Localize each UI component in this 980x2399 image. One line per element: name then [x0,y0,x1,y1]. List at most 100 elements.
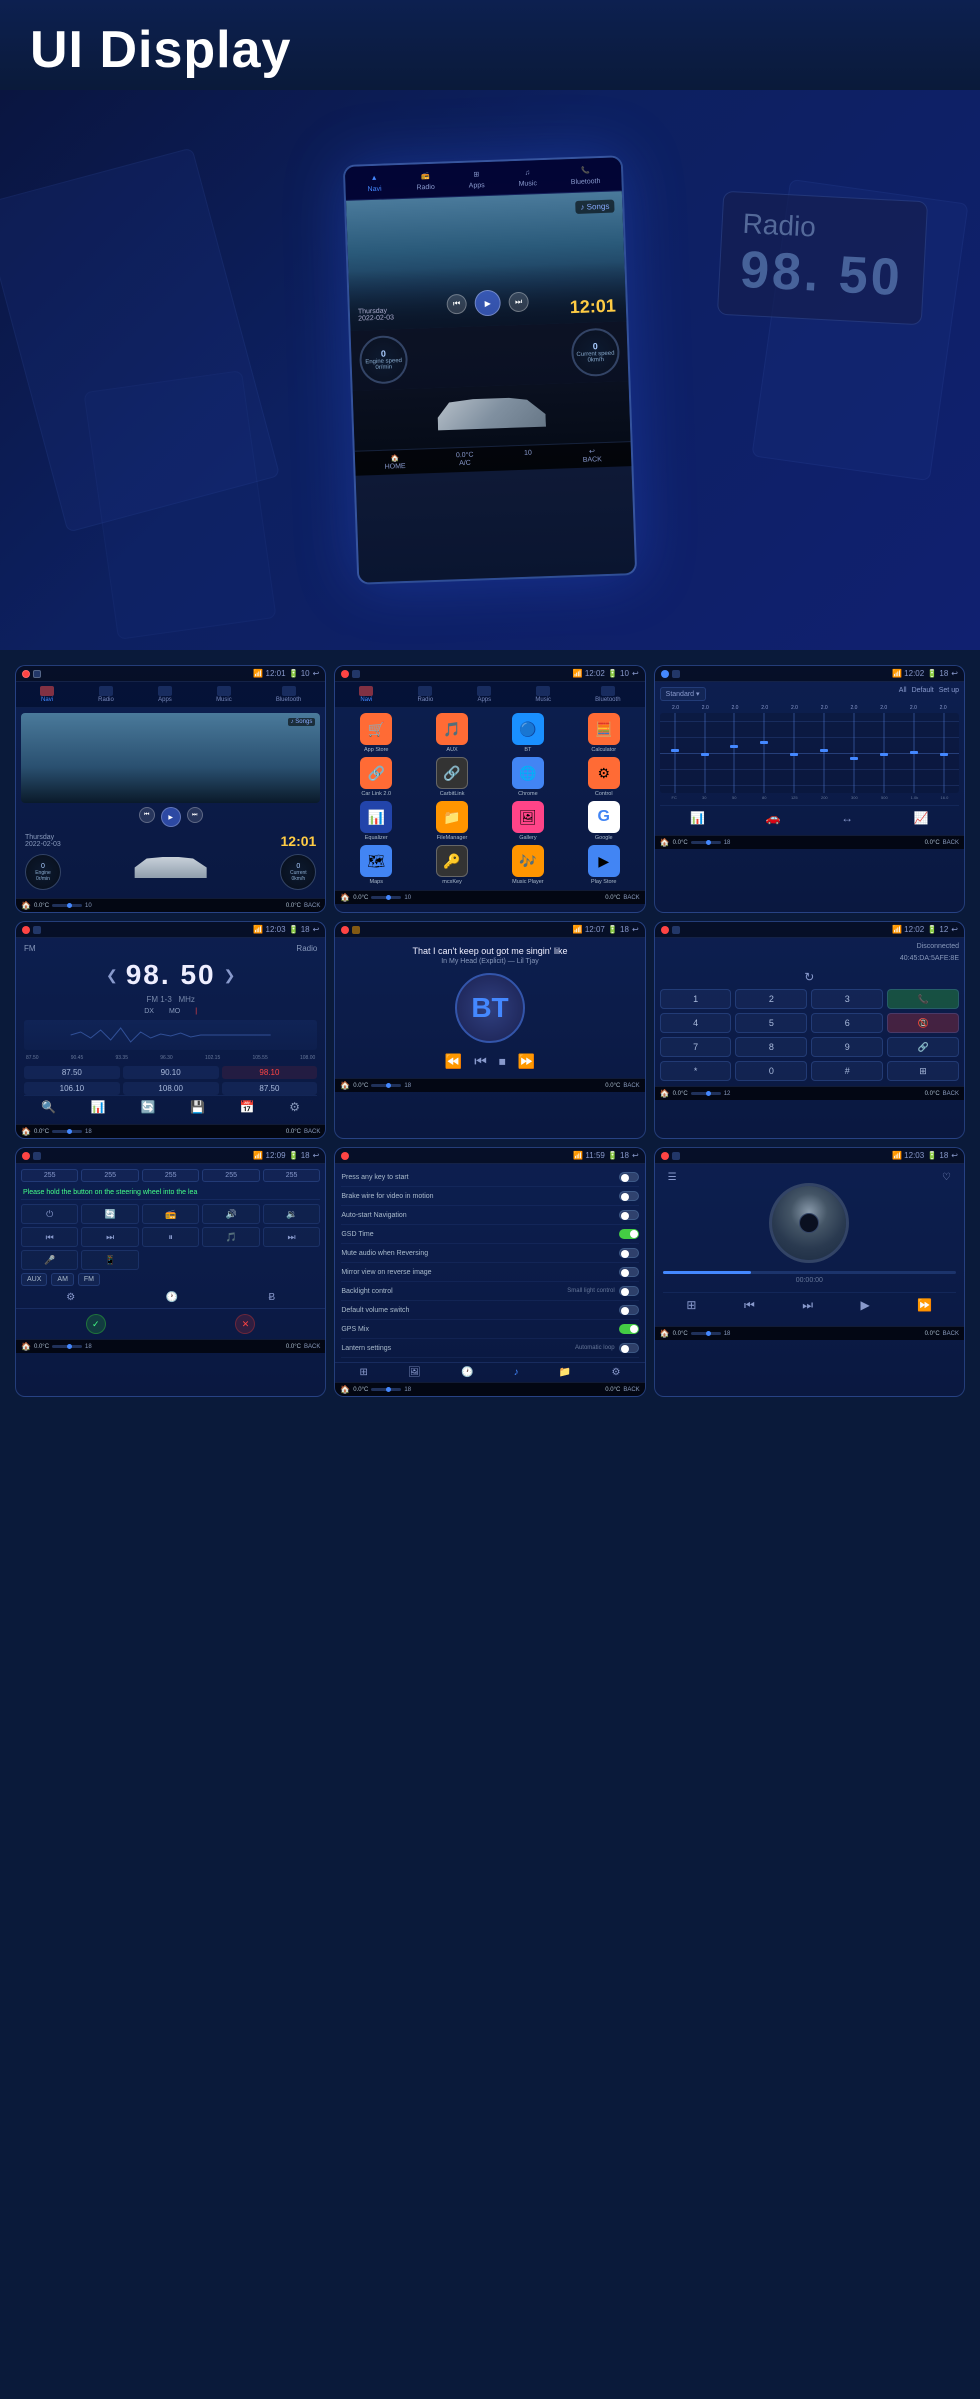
radio-prev-btn[interactable]: ❮ [106,967,118,984]
eq-ac-slider[interactable] [691,841,721,844]
radio-next-btn[interactable]: ❯ [224,967,236,984]
steer-check-btn[interactable]: ✓ [86,1314,106,1334]
footer-home[interactable]: 🏠 HOME [384,454,406,471]
nav-radio[interactable]: Radio [98,686,114,703]
bt-home-icon[interactable]: 🏠 [340,1081,350,1090]
steer-ac-slider[interactable] [52,1345,82,1348]
settings-home-icon[interactable]: 🏠 [340,1385,350,1394]
bt-ac-slider[interactable] [371,1084,401,1087]
h-next[interactable]: ⏭ [187,807,203,823]
eq-slider-2[interactable] [704,713,706,793]
radio-home-icon[interactable]: 🏠 [21,1127,31,1136]
freq-90.10[interactable]: 90.10 [123,1066,219,1079]
app-google[interactable]: G Google [568,801,640,841]
eq-slider-6[interactable] [823,713,825,793]
device-nav-radio[interactable]: 📻 Radio [416,170,435,192]
bt-rewind[interactable]: ⏪ [445,1053,462,1070]
bt-stop[interactable]: ⏹ [499,1053,506,1070]
prev-btn[interactable]: ⏮ [446,294,467,315]
settings-back-btn[interactable]: BACK [623,1387,639,1393]
toggle-brake-wire[interactable] [619,1191,639,1201]
steer-x-btn[interactable]: ✕ [235,1314,255,1334]
key-extra[interactable]: ⊞ [887,1061,959,1081]
bt-next[interactable]: ⏩ [518,1053,535,1070]
steer-clock-icon[interactable]: 🕐 [166,1292,178,1303]
apps-nav-bt[interactable]: Bluetooth [595,686,620,703]
apps-back-btn[interactable]: BACK [623,895,639,901]
key-hash[interactable]: # [811,1061,883,1081]
ctrl-mic[interactable]: 🎤 [21,1250,78,1270]
phone-home-icon[interactable]: 🏠 [660,1089,670,1098]
apps-nav-music[interactable]: Music [535,686,551,703]
app-bt[interactable]: 🔵 BT [492,713,564,753]
eq-chart-icon[interactable]: 📈 [914,811,929,825]
radio-loop-icon[interactable]: 🔄 [140,1100,155,1114]
music-nav-3[interactable]: ⏭ [802,1298,813,1313]
nav-music[interactable]: Music [216,686,232,703]
ctrl-pause[interactable]: ⏸ [142,1227,199,1247]
key-7[interactable]: 7 [660,1037,732,1057]
steer-back-btn[interactable]: BACK [304,1344,320,1350]
settings-img-icon[interactable]: 🖼 [408,1367,421,1378]
eq-preset-default[interactable]: Default [912,687,934,701]
music-nav-5[interactable]: ⏩ [917,1298,932,1313]
music-menu-icon[interactable]: ☰ [668,1172,677,1183]
ctrl-phone[interactable]: 📱 [81,1250,138,1270]
key-8[interactable]: 8 [735,1037,807,1057]
eq-dropdown[interactable]: Standard ▾ [660,687,706,701]
eq-slider-10[interactable] [943,713,945,793]
eq-car-icon[interactable]: 🚗 [766,811,781,825]
h-prev[interactable]: ⏮ [139,807,155,823]
footer-back[interactable]: ↩ BACK [582,447,602,464]
settings-note-icon[interactable]: ♪ [514,1367,519,1378]
app-carbitlink[interactable]: 🔗 CarbitLink [416,757,488,797]
eq-slider-4[interactable] [763,713,765,793]
ctrl-radio[interactable]: 📻 [142,1204,199,1224]
toggle-lantern[interactable] [619,1343,639,1353]
phone-refresh-icon[interactable]: ↻ [804,970,814,984]
app-carlink[interactable]: 🔗 Car Link 2.0 [340,757,412,797]
freq-106.10[interactable]: 106.10 [24,1082,120,1095]
bt-prev[interactable]: ⏮ [474,1053,487,1070]
music-nav-4[interactable]: ▶ [861,1298,870,1313]
ctrl-prev-track[interactable]: ⏮ [21,1227,78,1247]
next-btn[interactable]: ⏭ [508,292,529,313]
app-maps[interactable]: 🗺 Maps [340,845,412,885]
toggle-volume-switch[interactable] [619,1305,639,1315]
eq-slider-1[interactable] [674,713,676,793]
toggle-mirror-view[interactable] [619,1267,639,1277]
phone-ac-slider[interactable] [691,1092,721,1095]
music-home-icon[interactable]: 🏠 [660,1329,670,1338]
app-appstore[interactable]: 🛒 App Store [340,713,412,753]
steer-bt-icon[interactable]: Ƀ [268,1292,275,1303]
apps-nav-apps[interactable]: Apps [477,686,491,703]
ac-slider[interactable] [52,904,82,907]
eq-home-icon[interactable]: 🏠 [660,838,670,847]
freq-98.10[interactable]: 98.10 [222,1066,318,1079]
key-4[interactable]: 4 [660,1013,732,1033]
freq-108.00[interactable]: 108.00 [123,1082,219,1095]
ctrl-vol-down[interactable]: 🔉 [263,1204,320,1224]
eq-slider-3[interactable] [733,713,735,793]
apps-home-icon[interactable]: 🏠 [340,893,350,902]
app-calc[interactable]: 🧮 Calculator [568,713,640,753]
eq-arrow-icon[interactable]: ↔ [841,811,853,825]
app-aux[interactable]: 🎵 AUX [416,713,488,753]
ctrl-skip[interactable]: ⏭ [263,1227,320,1247]
music-nav-2[interactable]: ⏮ [744,1298,755,1313]
phone-back-btn[interactable]: BACK [943,1091,959,1097]
apps-nav-navi[interactable]: Navi [359,686,373,703]
key-1[interactable]: 1 [660,989,732,1009]
settings-ac-slider[interactable] [371,1388,401,1391]
apps-ac-slider[interactable] [371,896,401,899]
freq-87.50b[interactable]: 87.50 [222,1082,318,1095]
ctrl-next-track[interactable]: ⏭ [81,1227,138,1247]
app-eq[interactable]: 📊 Equalizer [340,801,412,841]
h-play[interactable]: ▶ [161,807,181,827]
key-star[interactable]: * [660,1061,732,1081]
app-mcxkey[interactable]: 🔑 mcxKey [416,845,488,885]
key-5[interactable]: 5 [735,1013,807,1033]
eq-slider-9[interactable] [913,713,915,793]
freq-87.50[interactable]: 87.50 [24,1066,120,1079]
bt-back-btn[interactable]: BACK [623,1083,639,1089]
